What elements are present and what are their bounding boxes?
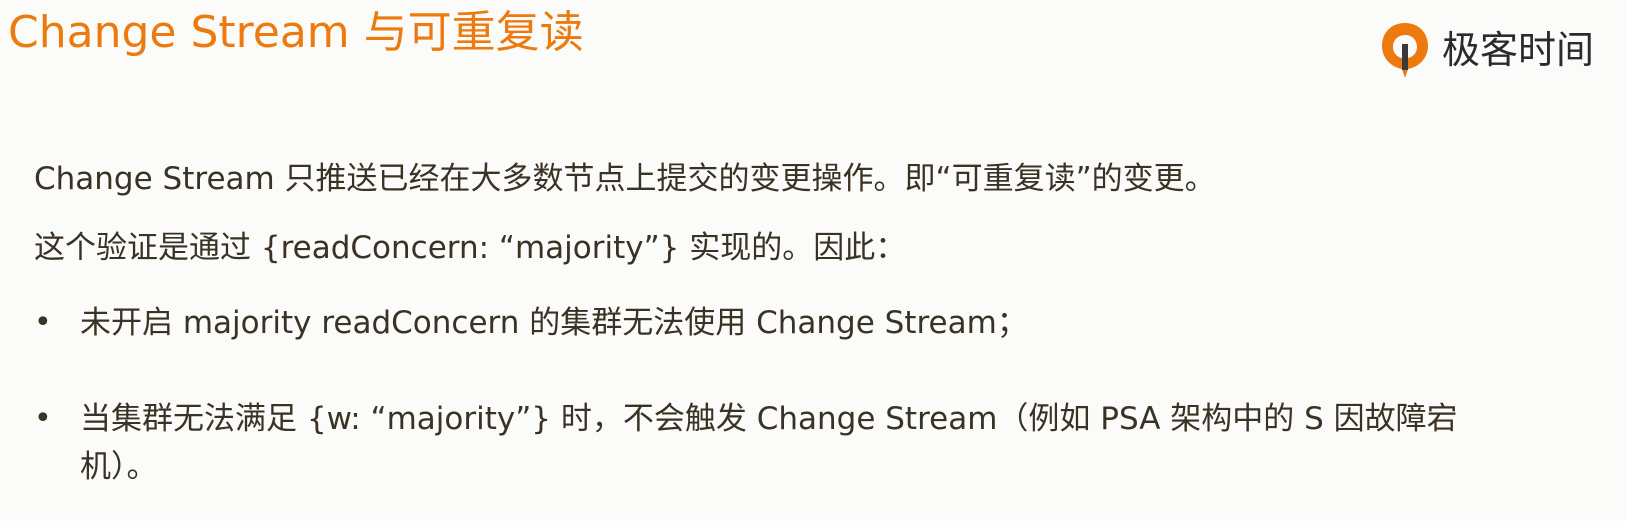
geektime-logo-icon — [1382, 23, 1428, 78]
bullet-text: 当集群无法满足 {w: “majority”} 时，不会触发 Change St… — [80, 401, 1458, 485]
bullet-item-1: • 未开启 majority readConcern 的集群无法使用 Chang… — [34, 302, 1594, 344]
geektime-logo: 极客时间 — [1378, 20, 1594, 80]
bullet-marker: • — [34, 401, 52, 436]
paragraph-2: 这个验证是通过 {readConcern: “majority”} 实现的。因此… — [34, 230, 907, 266]
bullet-item-2: • 当集群无法满足 {w: “majority”} 时，不会触发 Change … — [34, 395, 1594, 491]
bullet-marker: • — [34, 305, 52, 340]
paragraph-1: Change Stream 只推送已经在大多数节点上提交的变更操作。即“可重复读… — [34, 161, 1216, 197]
bullet-text: 未开启 majority readConcern 的集群无法使用 Change … — [80, 305, 1028, 341]
slide-title: Change Stream 与可重复读 — [8, 7, 584, 58]
logo-text: 极客时间 — [1442, 28, 1595, 72]
